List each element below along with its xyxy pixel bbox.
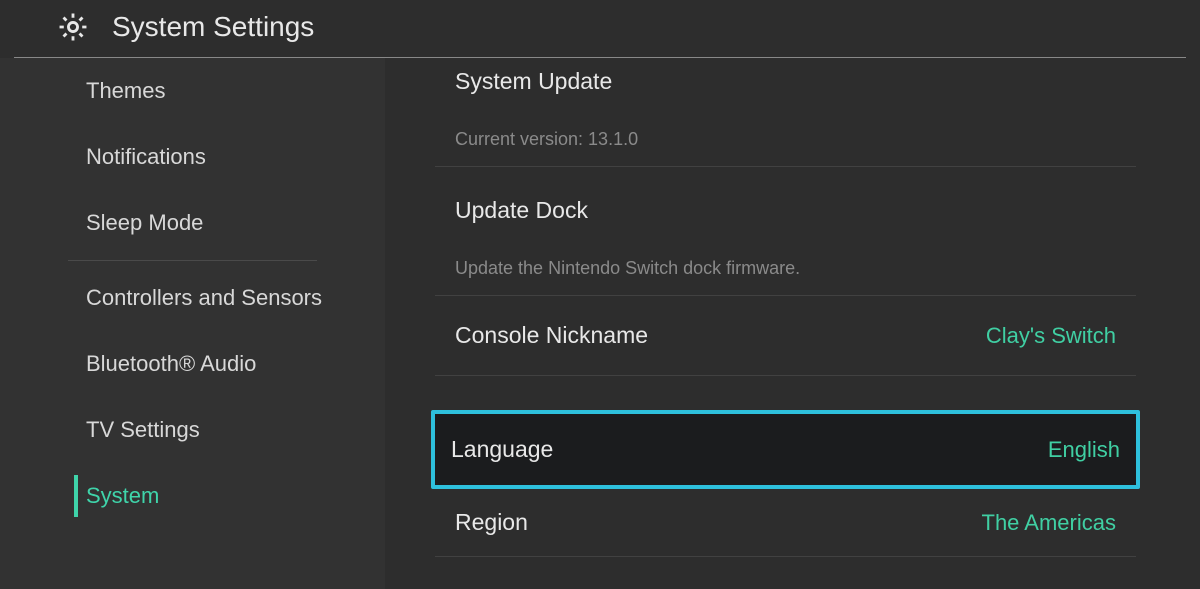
gear-icon xyxy=(56,10,90,44)
sidebar-item-label: Bluetooth® Audio xyxy=(86,351,256,376)
row-value: English xyxy=(1048,437,1120,463)
sidebar-item-notifications[interactable]: Notifications xyxy=(0,124,385,190)
sidebar-item-system[interactable]: System xyxy=(0,463,385,529)
sidebar: Themes Notifications Sleep Mode Controll… xyxy=(0,58,385,589)
sidebar-item-bluetooth-audio[interactable]: Bluetooth® Audio xyxy=(0,331,385,397)
row-console-nickname[interactable]: Console Nickname Clay's Switch xyxy=(435,296,1136,376)
sidebar-item-tv-settings[interactable]: TV Settings xyxy=(0,397,385,463)
sidebar-item-themes[interactable]: Themes xyxy=(0,58,385,124)
row-label: Update Dock xyxy=(455,197,588,224)
row-system-update[interactable]: System Update xyxy=(435,58,1136,115)
sidebar-item-sleep-mode[interactable]: Sleep Mode xyxy=(0,190,385,256)
sidebar-item-controllers-and-sensors[interactable]: Controllers and Sensors xyxy=(0,265,385,331)
row-label: Language xyxy=(451,436,553,463)
header: System Settings xyxy=(0,0,1200,58)
sidebar-item-label: Controllers and Sensors xyxy=(86,285,322,310)
row-value: Clay's Switch xyxy=(986,323,1116,349)
row-update-dock[interactable]: Update Dock xyxy=(435,167,1136,244)
main-panel: System Update Current version: 13.1.0 Up… xyxy=(385,58,1200,589)
sidebar-item-label: Notifications xyxy=(86,144,206,169)
row-update-dock-sub: Update the Nintendo Switch dock firmware… xyxy=(435,244,1136,296)
sidebar-item-label: Sleep Mode xyxy=(86,210,203,235)
sidebar-item-label: TV Settings xyxy=(86,417,200,442)
sidebar-item-label: Themes xyxy=(86,78,165,103)
row-language[interactable]: Language English xyxy=(431,410,1140,489)
row-label: Region xyxy=(455,509,528,536)
spacer xyxy=(435,376,1136,410)
row-value: The Americas xyxy=(982,510,1117,536)
sidebar-divider xyxy=(68,260,317,261)
row-label: Console Nickname xyxy=(455,322,648,349)
page-title: System Settings xyxy=(112,11,314,43)
row-label: System Update xyxy=(455,68,612,95)
row-system-update-sub: Current version: 13.1.0 xyxy=(435,115,1136,167)
sidebar-item-label: System xyxy=(86,483,159,508)
row-region[interactable]: Region The Americas xyxy=(435,489,1136,557)
